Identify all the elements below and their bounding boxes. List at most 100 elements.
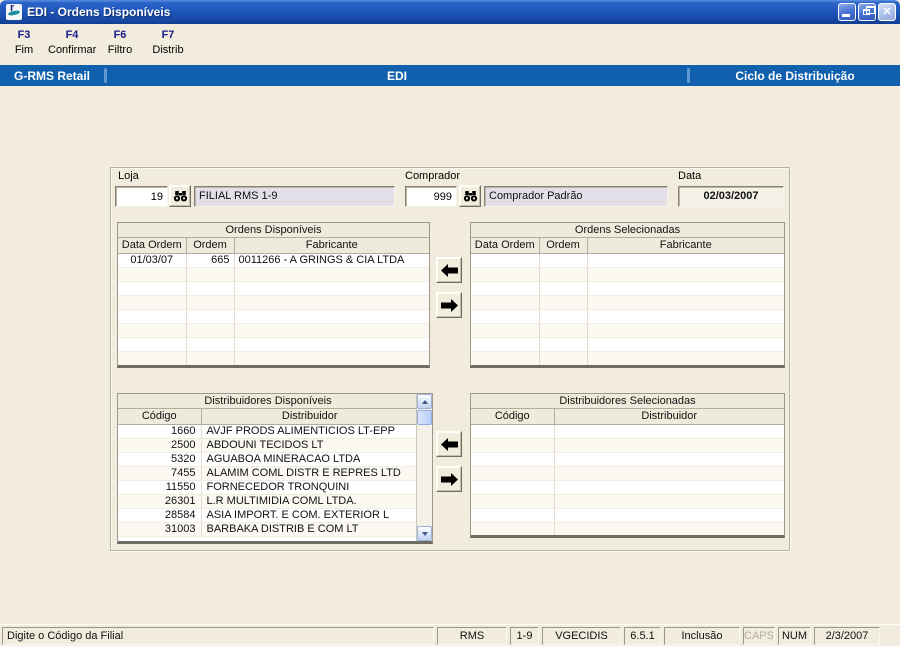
scrollbar-thumb[interactable] <box>417 410 432 425</box>
table-cell <box>587 267 784 282</box>
app-window: EDI - Ordens Disponíveis ✕ F3 Fim F4 Con… <box>0 0 900 646</box>
table-cell <box>186 309 235 324</box>
table-cell[interactable]: ABDOUNI TECIDOS LT <box>201 438 418 453</box>
table-row-empty <box>471 452 784 467</box>
orders-move-right-button[interactable] <box>436 292 462 318</box>
table-row[interactable]: 01/03/07 665 0011266 - A GRINGS & CIA LTDA <box>118 253 429 268</box>
restore-button[interactable] <box>858 3 876 21</box>
column-header: Ordem <box>186 238 235 254</box>
table-cell <box>234 351 429 365</box>
distributors-move-right-button[interactable] <box>436 466 462 492</box>
loja-code-input[interactable] <box>115 186 168 207</box>
table-cell[interactable]: 01/03/07 <box>118 253 187 268</box>
table-cell <box>471 494 555 509</box>
status-bar: Digite o Código da Filial RMS 1-9 VGECID… <box>0 624 900 646</box>
table-row[interactable]: 28584 ASIA IMPORT. E COM. EXTERIOR L <box>118 508 418 523</box>
table-row[interactable]: 11550 FORNECEDOR TRONQUINI <box>118 480 418 495</box>
table-cell <box>554 466 784 481</box>
table-row-empty <box>471 267 784 282</box>
table-cell <box>539 309 588 324</box>
window-title: EDI - Ordens Disponíveis <box>27 5 171 19</box>
table-cell <box>587 309 784 324</box>
scroll-up-icon[interactable] <box>417 394 432 409</box>
close-icon: ✕ <box>882 6 892 18</box>
close-button[interactable]: ✕ <box>878 3 896 21</box>
table-row-empty <box>118 281 429 296</box>
vertical-scrollbar[interactable] <box>416 394 432 541</box>
status-program: VGECIDIS <box>542 626 621 645</box>
minimize-button[interactable] <box>838 3 856 21</box>
table-cell <box>587 337 784 352</box>
column-header: Fabricante <box>234 238 429 254</box>
table-cell[interactable]: 665 <box>186 253 235 268</box>
column-header: Fabricante <box>587 238 784 254</box>
table-cell <box>234 323 429 338</box>
table-cell <box>186 267 235 282</box>
table-cell <box>471 323 540 338</box>
table-cell <box>471 466 555 481</box>
table-cell[interactable]: ASIA IMPORT. E COM. EXTERIOR L <box>201 508 418 523</box>
title-bar: EDI - Ordens Disponíveis ✕ <box>0 0 900 24</box>
scroll-down-icon[interactable] <box>417 526 432 541</box>
table-cell[interactable]: ALAMIM COML DISTR E REPRES LTD <box>201 466 418 481</box>
table-row[interactable]: 5320 AGUABOA MINERACAO LTDA <box>118 452 418 467</box>
loja-name-field: FILIAL RMS 1-9 <box>194 186 395 207</box>
table-cell <box>234 309 429 324</box>
table-cell[interactable]: AGUABOA MINERACAO LTDA <box>201 452 418 467</box>
table-row-empty <box>118 351 429 365</box>
table-cell <box>471 281 540 296</box>
column-header: Data Ordem <box>118 238 187 254</box>
table-cell[interactable]: 5320 <box>118 452 202 467</box>
table-cell <box>118 309 187 324</box>
arrow-left-icon <box>440 437 458 451</box>
table-cell[interactable]: 11550 <box>118 480 202 495</box>
table-cell <box>539 295 588 310</box>
arrow-right-icon <box>440 472 458 486</box>
toolbar-item-distrib[interactable]: F7 Distrib <box>144 24 192 65</box>
table-cell[interactable]: 26301 <box>118 494 202 509</box>
comprador-search-button[interactable] <box>459 185 481 207</box>
table-cell[interactable]: 31003 <box>118 522 202 537</box>
table-cell[interactable]: 0011266 - A GRINGS & CIA LTDA <box>234 253 429 268</box>
orders-move-left-button[interactable] <box>436 257 462 283</box>
grid-title: Ordens Disponíveis <box>118 223 429 238</box>
toolbar-item-confirmar[interactable]: F4 Confirmar <box>48 24 96 65</box>
table-row[interactable]: 1660 AVJF PRODS ALIMENTICIOS LT-EPP <box>118 424 418 439</box>
table-cell <box>471 522 555 535</box>
arrow-left-icon <box>440 263 458 277</box>
table-cell <box>118 281 187 296</box>
app-logo-icon <box>6 4 22 20</box>
table-row[interactable]: 31003 BARBAKA DISTRIB E COM LT <box>118 522 418 537</box>
table-row[interactable]: 26301 L.R MULTIMIDIA COML LTDA. <box>118 494 418 509</box>
table-row[interactable]: 2500 ABDOUNI TECIDOS LT <box>118 438 418 453</box>
table-cell <box>471 253 540 268</box>
status-capslock: CAPS <box>743 626 775 645</box>
table-row-empty <box>471 337 784 352</box>
table-cell[interactable]: 7455 <box>118 466 202 481</box>
column-header: Código <box>118 409 202 425</box>
table-row-empty <box>471 281 784 296</box>
table-row[interactable]: 7455 ALAMIM COML DISTR E REPRES LTD <box>118 466 418 481</box>
loja-search-button[interactable] <box>169 185 191 207</box>
distributors-move-left-button[interactable] <box>436 431 462 457</box>
column-header: Distribuidor <box>201 409 418 425</box>
table-row-empty <box>118 323 429 338</box>
toolbar-item-fim[interactable]: F3 Fim <box>0 24 48 65</box>
table-cell <box>186 351 235 365</box>
fkey-label: F3 <box>17 29 31 41</box>
table-cell[interactable]: L.R MULTIMIDIA COML LTDA. <box>201 494 418 509</box>
loja-label: Loja <box>118 170 139 182</box>
table-cell[interactable]: BARBAKA DISTRIB E COM LT <box>201 522 418 537</box>
table-row-empty <box>471 351 784 365</box>
table-cell <box>539 337 588 352</box>
toolbar-item-filtro[interactable]: F6 Filtro <box>96 24 144 65</box>
table-cell[interactable]: 28584 <box>118 508 202 523</box>
table-cell[interactable]: 2500 <box>118 438 202 453</box>
comprador-code-input[interactable] <box>405 186 457 207</box>
table-cell <box>118 337 187 352</box>
table-cell[interactable]: FORNECEDOR TRONQUINI <box>201 480 418 495</box>
table-row-empty <box>118 295 429 310</box>
table-cell[interactable]: AVJF PRODS ALIMENTICIOS LT-EPP <box>201 424 418 439</box>
table-cell[interactable]: 1660 <box>118 424 202 439</box>
action-label: Distrib <box>152 44 184 56</box>
